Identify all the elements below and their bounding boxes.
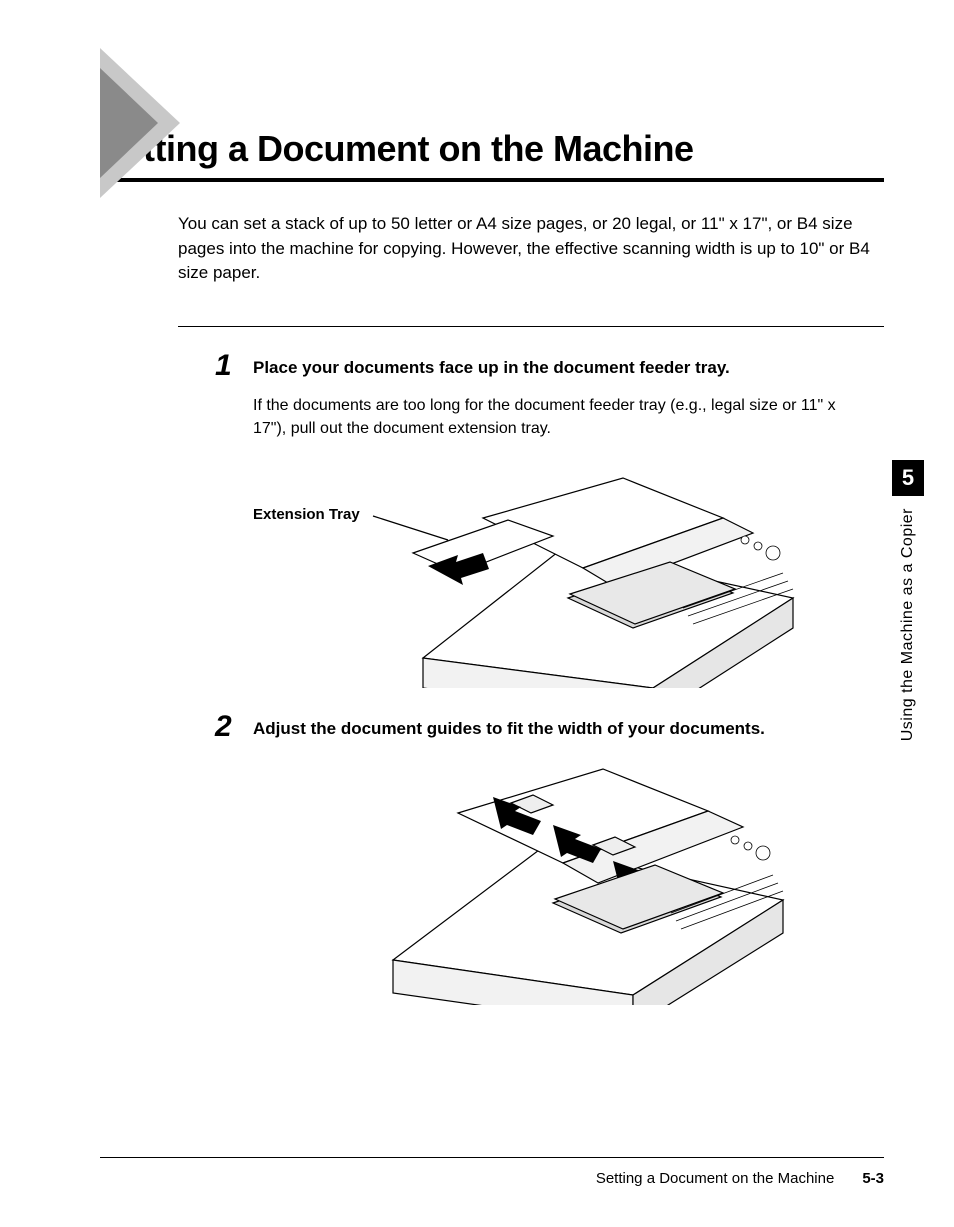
printer-illustration-1	[253, 458, 813, 688]
figure-document-guides	[253, 755, 864, 1005]
callout-extension-tray: Extension Tray	[253, 506, 360, 523]
footer-section-title: Setting a Document on the Machine	[596, 1170, 834, 1187]
step-2: 2 Adjust the document guides to fit the …	[215, 718, 864, 1005]
title-rule	[100, 178, 884, 182]
footer-page-number: 5-3	[862, 1170, 884, 1187]
step-1: 1 Place your documents face up in the do…	[215, 357, 864, 688]
header-triangle-ornament	[100, 48, 180, 188]
chapter-label: Using the Machine as a Copier	[899, 508, 917, 741]
chapter-side-tab: 5 Using the Machine as a Copier	[892, 460, 924, 741]
printer-illustration-2	[253, 755, 813, 1005]
chapter-number-badge: 5	[892, 460, 924, 496]
step-heading: Place your documents face up in the docu…	[253, 357, 864, 380]
step-number: 2	[215, 710, 232, 744]
step-number: 1	[215, 349, 232, 383]
intro-paragraph: You can set a stack of up to 50 letter o…	[178, 212, 874, 286]
step-body: If the documents are too long for the do…	[253, 394, 864, 440]
figure-extension-tray: Extension Tray	[253, 458, 864, 688]
page-title: Setting a Document on the Machine	[100, 128, 884, 170]
page-footer: Setting a Document on the Machine 5-3	[100, 1157, 884, 1187]
step-heading: Adjust the document guides to fit the wi…	[253, 718, 864, 741]
section-rule	[178, 326, 884, 327]
